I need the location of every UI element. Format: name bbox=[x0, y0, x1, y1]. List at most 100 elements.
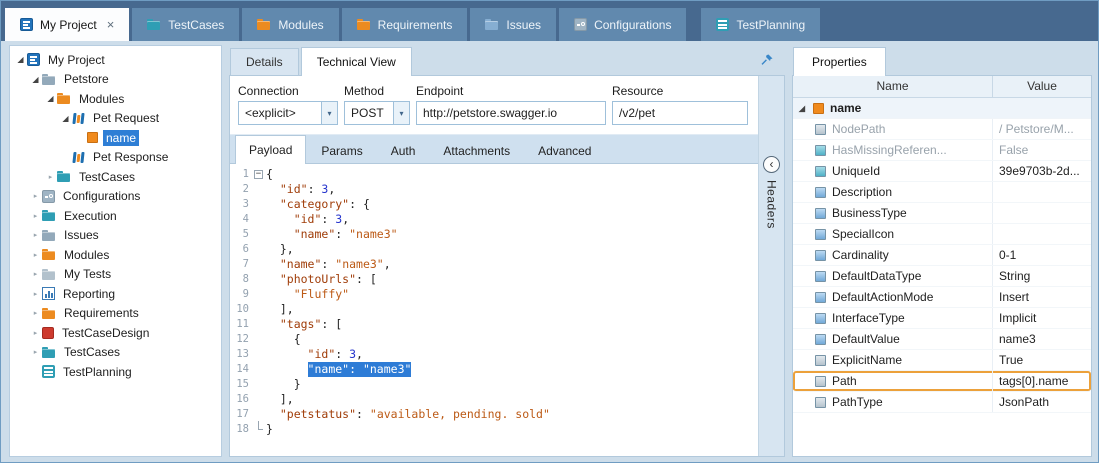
payload-json-editor[interactable]: 1−{2 "id": 3,3 "category": {4 "id": 3,5 … bbox=[230, 163, 758, 456]
tree-collapse-arrow[interactable]: ◢ bbox=[59, 114, 72, 123]
tree-collapse-arrow[interactable]: ◢ bbox=[797, 104, 807, 113]
code-line[interactable]: 8 "photoUrls": [ bbox=[230, 272, 758, 287]
code-line[interactable]: 5 "name": "name3" bbox=[230, 227, 758, 242]
property-row-defaultactionmode[interactable]: DefaultActionModeInsert bbox=[793, 287, 1091, 308]
tree-collapse-arrow[interactable]: ◢ bbox=[29, 75, 42, 84]
method-input[interactable]: POST▾ bbox=[344, 101, 410, 125]
property-name-cell: DefaultDataType bbox=[793, 266, 993, 286]
code-token: , bbox=[342, 212, 349, 227]
code-line[interactable]: 13 "id": 3, bbox=[230, 347, 758, 362]
tree-item-configurations[interactable]: ▸Configurations bbox=[10, 187, 221, 207]
module-icon bbox=[72, 112, 85, 125]
resource-input[interactable]: /v2/pet bbox=[612, 101, 748, 125]
tab-params[interactable]: Params bbox=[308, 138, 375, 163]
tree-item-testplanning[interactable]: TestPlanning bbox=[10, 362, 221, 382]
tree-expand-arrow[interactable]: ▸ bbox=[29, 192, 42, 200]
endpoint-input[interactable]: http://petstore.swagger.io bbox=[416, 101, 606, 125]
code-line[interactable]: 6 }, bbox=[230, 242, 758, 257]
property-row-pathtype[interactable]: PathTypeJsonPath bbox=[793, 392, 1091, 413]
dropdown-arrow-icon[interactable]: ▾ bbox=[393, 102, 409, 124]
properties-root-row[interactable]: ◢name bbox=[793, 98, 1091, 119]
pin-icon[interactable] bbox=[759, 52, 775, 68]
tree-expand-arrow[interactable]: ▸ bbox=[29, 309, 42, 317]
expand-headers-button[interactable]: ‹ bbox=[763, 156, 780, 173]
tab-properties[interactable]: Properties bbox=[793, 47, 886, 76]
property-row-defaultvalue[interactable]: DefaultValuename3 bbox=[793, 329, 1091, 350]
window-tab-modules[interactable]: Modules bbox=[242, 8, 338, 41]
window-tab-my-project[interactable]: My Project× bbox=[5, 8, 129, 41]
fold-column bbox=[253, 197, 266, 212]
tree-item-modules[interactable]: ◢Modules bbox=[10, 89, 221, 109]
tab-details[interactable]: Details bbox=[230, 48, 299, 75]
tab-auth[interactable]: Auth bbox=[378, 138, 429, 163]
property-name-cell: NodePath bbox=[793, 119, 993, 139]
window-tab-configurations[interactable]: Configurations bbox=[559, 8, 686, 41]
window-tab-testcases[interactable]: TestCases bbox=[132, 8, 239, 41]
property-row-description[interactable]: Description bbox=[793, 182, 1091, 203]
code-line[interactable]: 11 "tags": [ bbox=[230, 317, 758, 332]
property-row-businesstype[interactable]: BusinessType bbox=[793, 203, 1091, 224]
code-line[interactable]: 3 "category": { bbox=[230, 197, 758, 212]
dropdown-arrow-icon[interactable]: ▾ bbox=[321, 102, 337, 124]
tree-item-execution[interactable]: ▸Execution bbox=[10, 206, 221, 226]
code-line[interactable]: 9 "Fluffy" bbox=[230, 287, 758, 302]
tree-item-petstore[interactable]: ◢Petstore bbox=[10, 70, 221, 90]
code-line[interactable]: 1−{ bbox=[230, 167, 758, 182]
tree-item-testcasedesign[interactable]: ▸TestCaseDesign bbox=[10, 323, 221, 343]
property-row-path[interactable]: Pathtags[0].name bbox=[793, 371, 1091, 392]
code-token: "tags" bbox=[280, 317, 322, 332]
tree-expand-arrow[interactable]: ▸ bbox=[29, 270, 42, 278]
property-row-defaultdatatype[interactable]: DefaultDataTypeString bbox=[793, 266, 1091, 287]
tree-collapse-arrow[interactable]: ◢ bbox=[44, 94, 57, 103]
column-header-value[interactable]: Value bbox=[993, 76, 1091, 97]
property-row-nodepath[interactable]: NodePath/ Petstore/M... bbox=[793, 119, 1091, 140]
tab-payload[interactable]: Payload bbox=[235, 135, 306, 164]
property-row-explicitname[interactable]: ExplicitNameTrue bbox=[793, 350, 1091, 371]
fold-collapse-icon[interactable]: − bbox=[254, 170, 263, 179]
tree-item-issues[interactable]: ▸Issues bbox=[10, 226, 221, 246]
tree-item-requirements[interactable]: ▸Requirements bbox=[10, 304, 221, 324]
window-tab-testplanning[interactable]: TestPlanning bbox=[701, 8, 820, 41]
tab-advanced[interactable]: Advanced bbox=[525, 138, 604, 163]
code-line[interactable]: 2 "id": 3, bbox=[230, 182, 758, 197]
property-row-interfacetype[interactable]: InterfaceTypeImplicit bbox=[793, 308, 1091, 329]
tree-item-modules[interactable]: ▸Modules bbox=[10, 245, 221, 265]
tab-technical-view[interactable]: Technical View bbox=[301, 47, 412, 76]
window-tab-requirements[interactable]: Requirements bbox=[342, 8, 468, 41]
headers-panel-label[interactable]: Headers bbox=[765, 180, 779, 229]
code-line[interactable]: 18} bbox=[230, 422, 758, 437]
tree-item-my-tests[interactable]: ▸My Tests bbox=[10, 265, 221, 285]
tree-item-pet-request[interactable]: ◢Pet Request bbox=[10, 109, 221, 129]
tree-item-pet-response[interactable]: Pet Response bbox=[10, 148, 221, 168]
tree-item-name[interactable]: name bbox=[10, 128, 221, 148]
property-row-hasmissingreferen[interactable]: HasMissingReferen...False bbox=[793, 140, 1091, 161]
window-tab-issues[interactable]: Issues bbox=[470, 8, 556, 41]
tree-item-reporting[interactable]: ▸Reporting bbox=[10, 284, 221, 304]
tree-expand-arrow[interactable]: ▸ bbox=[29, 290, 42, 298]
property-row-uniqueid[interactable]: UniqueId39e9703b-2d... bbox=[793, 161, 1091, 182]
code-line[interactable]: 14 "name": "name3" bbox=[230, 362, 758, 377]
tree-item-testcases[interactable]: ▸TestCases bbox=[10, 167, 221, 187]
connection-input[interactable]: <explicit>▾ bbox=[238, 101, 338, 125]
tree-expand-arrow[interactable]: ▸ bbox=[29, 231, 42, 239]
close-icon[interactable]: × bbox=[107, 17, 115, 32]
code-line[interactable]: 12 { bbox=[230, 332, 758, 347]
tree-item-testcases[interactable]: ▸TestCases bbox=[10, 343, 221, 363]
tree-expand-arrow[interactable]: ▸ bbox=[29, 329, 42, 337]
tree-expand-arrow[interactable]: ▸ bbox=[44, 173, 57, 181]
tree-expand-arrow[interactable]: ▸ bbox=[29, 348, 42, 356]
tree-collapse-arrow[interactable]: ◢ bbox=[14, 55, 27, 64]
tree-expand-arrow[interactable]: ▸ bbox=[29, 212, 42, 220]
code-line[interactable]: 16 ], bbox=[230, 392, 758, 407]
tree-expand-arrow[interactable]: ▸ bbox=[29, 251, 42, 259]
code-line[interactable]: 17 "petstatus": "available, pending. sol… bbox=[230, 407, 758, 422]
column-header-name[interactable]: Name bbox=[793, 76, 993, 97]
property-row-cardinality[interactable]: Cardinality0-1 bbox=[793, 245, 1091, 266]
code-line[interactable]: 7 "name": "name3", bbox=[230, 257, 758, 272]
tree-item-my-project[interactable]: ◢My Project bbox=[10, 50, 221, 70]
property-row-specialicon[interactable]: SpecialIcon bbox=[793, 224, 1091, 245]
code-line[interactable]: 10 ], bbox=[230, 302, 758, 317]
code-line[interactable]: 4 "id": 3, bbox=[230, 212, 758, 227]
tab-attachments[interactable]: Attachments bbox=[430, 138, 523, 163]
code-line[interactable]: 15 } bbox=[230, 377, 758, 392]
